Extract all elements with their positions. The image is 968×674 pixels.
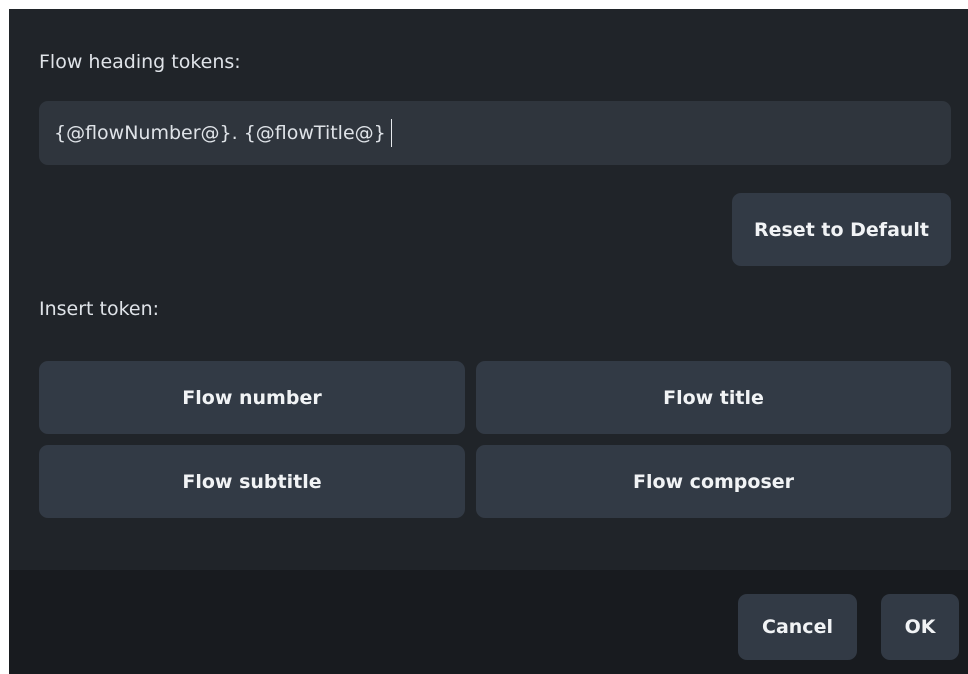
flow-heading-tokens-label: Flow heading tokens: [39, 51, 241, 73]
cancel-button[interactable]: Cancel [738, 594, 857, 660]
flow-heading-tokens-input[interactable]: {@flowNumber@}. {@flowTitle@} [39, 101, 951, 165]
ok-button[interactable]: OK [881, 594, 959, 660]
flow-title-token-button[interactable]: Flow title [476, 361, 951, 434]
dialog-footer: Cancel OK [9, 570, 968, 674]
flow-heading-tokens-value: {@flowNumber@}. {@flowTitle@} [54, 122, 386, 144]
flow-heading-dialog: Flow heading tokens: {@flowNumber@}. {@f… [9, 9, 968, 674]
flow-number-token-button[interactable]: Flow number [39, 361, 465, 434]
flow-subtitle-token-button[interactable]: Flow subtitle [39, 445, 465, 518]
reset-to-default-button[interactable]: Reset to Default [732, 193, 951, 266]
text-caret [390, 119, 393, 147]
flow-composer-token-button[interactable]: Flow composer [476, 445, 951, 518]
insert-token-label: Insert token: [39, 298, 160, 320]
